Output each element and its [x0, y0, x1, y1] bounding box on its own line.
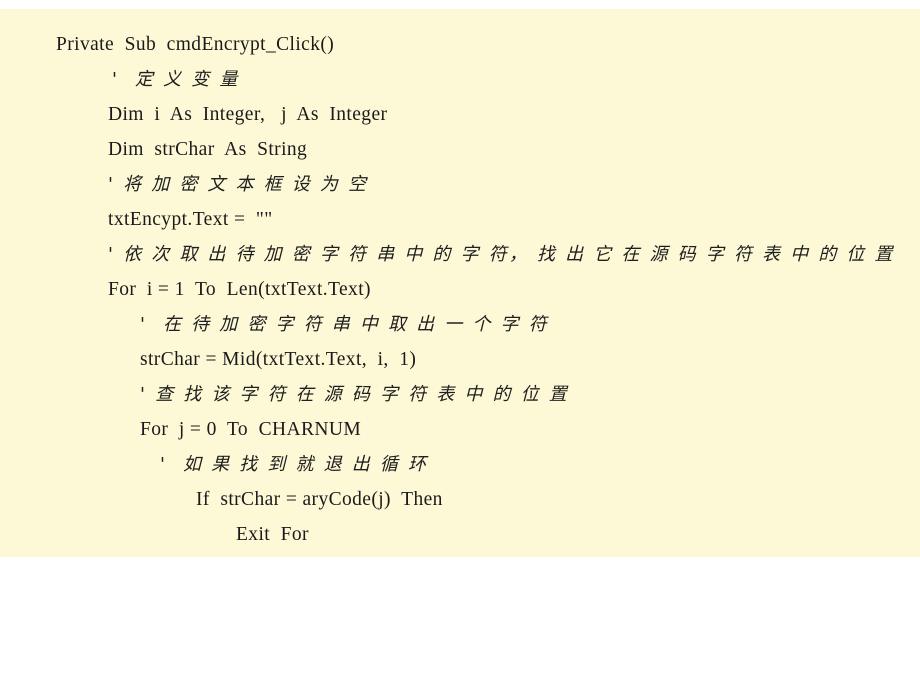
- code-comment-line: ' 定 义 变 量: [112, 69, 240, 90]
- code-line: For j = 0 To CHARNUM: [140, 419, 362, 440]
- code-listing-panel: Private Sub cmdEncrypt_Click() ' 定 义 变 量 D…: [0, 9, 920, 557]
- code-comment-line: ' 如 果 找 到 就 退 出 循 环: [160, 454, 429, 475]
- code-comment-line: ' 依 次 取 出 待 加 密 字 符 串 中 的 字 符， 找 出 它 在 源…: [108, 244, 895, 265]
- code-line: txtEncypt.Text = "": [108, 209, 273, 230]
- code-line: Dim strChar As String: [108, 139, 308, 160]
- code-comment-line: ' 查 找 该 字 符 在 源 码 字 符 表 中 的 位 置: [140, 384, 569, 405]
- code-line: Dim i As Integer, j As Integer: [108, 104, 388, 125]
- slide-canvas: Private Sub cmdEncrypt_Click() ' 定 义 变 量 D…: [0, 0, 920, 690]
- code-comment-line: ' 在 待 加 密 字 符 串 中 取 出 一 个 字 符: [140, 314, 549, 335]
- code-line: strChar = Mid(txtText.Text, i, 1): [140, 349, 417, 370]
- code-line: If strChar = aryCode(j) Then: [196, 489, 443, 510]
- code-line: Exit For: [236, 524, 309, 545]
- code-comment-line: ' 将 加 密 文 本 框 设 为 空: [108, 174, 369, 195]
- code-line: For i = 1 To Len(txtText.Text): [108, 279, 371, 300]
- code-line: Private Sub cmdEncrypt_Click(): [56, 34, 335, 55]
